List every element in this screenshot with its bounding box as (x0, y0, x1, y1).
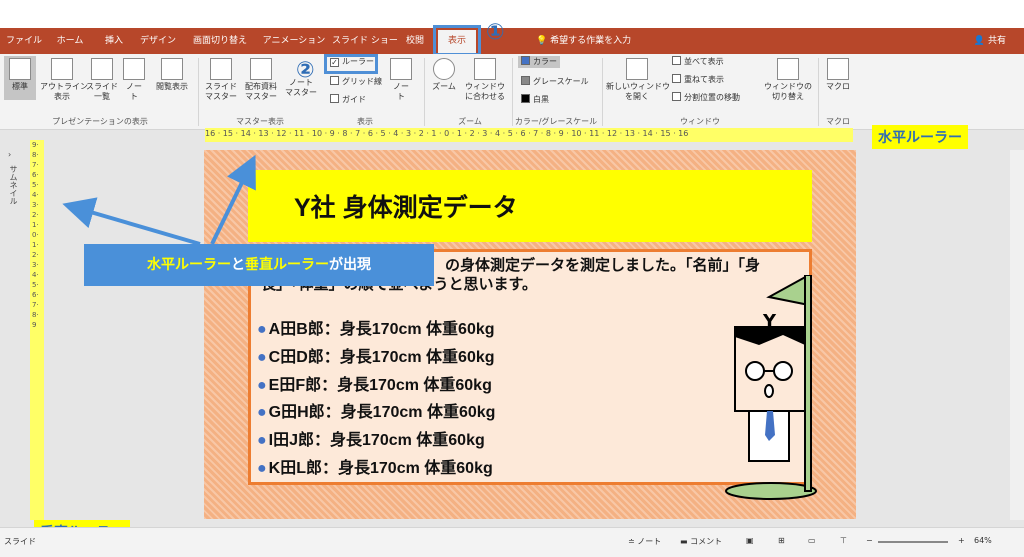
banner-and: と (231, 257, 245, 273)
zoom-slider[interactable] (878, 541, 948, 543)
comment-icon: ▬ (680, 537, 691, 546)
annotation-banner: 水平ルーラーと垂直ルーラーが出現 (84, 244, 434, 286)
status-bar: スライド ≐ ノート ▬ コメント ▣ ⊞ ▭ ⊤ − + 64% (0, 527, 1024, 557)
banner-v-ruler: 垂直ルーラー (245, 257, 329, 273)
zoom-level[interactable]: 64% (974, 536, 992, 545)
reading-view-status-icon[interactable]: ▭ (808, 536, 816, 545)
vertical-scrollbar[interactable] (1010, 150, 1024, 520)
notes-toggle[interactable]: ≐ ノート (628, 536, 661, 547)
notes-toggle-label: ノート (637, 537, 662, 546)
notes-icon: ≐ (628, 537, 638, 546)
comments-toggle-label: コメント (690, 537, 723, 546)
banner-h-ruler: 水平ルーラー (147, 257, 231, 273)
sorter-view-status-icon[interactable]: ⊞ (778, 536, 785, 545)
zoom-in-icon[interactable]: + (958, 536, 965, 545)
comments-toggle[interactable]: ▬ コメント (680, 536, 722, 547)
banner-appear: が出現 (329, 257, 371, 273)
slideshow-status-icon[interactable]: ⊤ (840, 536, 847, 545)
zoom-out-icon[interactable]: − (866, 536, 873, 545)
slide-number: スライド (4, 537, 36, 546)
normal-view-status-icon[interactable]: ▣ (746, 536, 754, 545)
